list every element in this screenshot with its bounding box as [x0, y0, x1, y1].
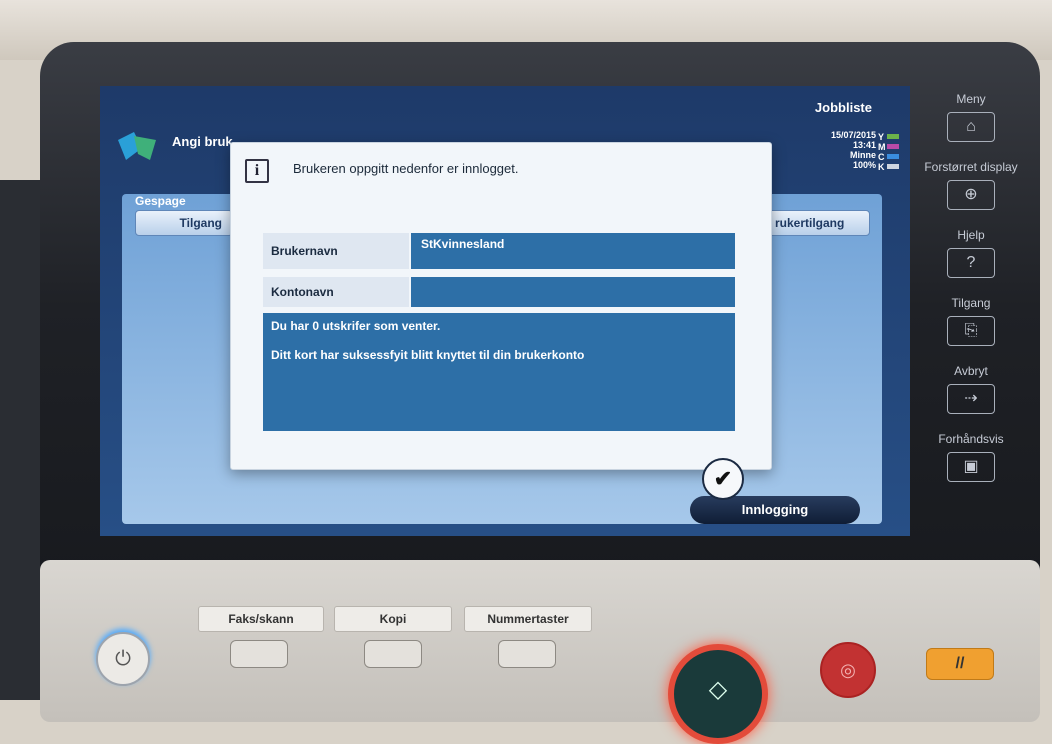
status-time: 13:41: [852, 140, 876, 150]
status-memory-value: 100%: [852, 160, 876, 170]
login-button[interactable]: Innlogging: [690, 496, 860, 524]
account-label: Kontonavn: [263, 277, 409, 307]
side-key-label-access: Tilgang: [951, 296, 991, 310]
username-label: Brukernavn: [263, 233, 409, 269]
toner-k: K: [878, 162, 900, 172]
access-icon[interactable]: ⎘: [947, 316, 995, 346]
page-title: Angi bruk: [172, 134, 233, 149]
notice-line-pending-jobs: Du har 0 utskrifer som venter.: [271, 319, 441, 333]
status-date: 15/07/2015: [830, 130, 876, 140]
background-shelf: [0, 180, 45, 700]
login-info-dialog: i Brukeren oppgitt nedenfor er innlogget…: [230, 142, 772, 470]
gespage-label: Gespage: [135, 194, 186, 208]
side-hard-keys: Meny ⌂ Forstørret display ⊕ Hjelp ? Tilg…: [916, 92, 1026, 500]
side-key-label-help: Hjelp: [957, 228, 985, 242]
status-block: 15/07/2015 13:41 Minne 100%: [831, 130, 876, 170]
info-icon: i: [245, 159, 269, 183]
zoom-icon[interactable]: ⊕: [947, 180, 995, 210]
notice-line-card-linked: Ditt kort har suksessfyit blitt knyttet …: [271, 348, 585, 362]
side-key-label-interrupt: Avbryt: [954, 364, 988, 378]
username-row: Brukernavn StKvinnesland: [263, 233, 735, 269]
toner-levels: Y M C K: [878, 132, 900, 172]
toner-y: Y: [878, 132, 900, 142]
toner-m: M: [878, 142, 900, 152]
app-logo-icon: [118, 132, 156, 160]
keypad-label: Nummertaster: [464, 606, 592, 632]
stop-button[interactable]: ◎: [820, 642, 876, 698]
side-key-label-preview: Forhåndsvis: [938, 432, 1004, 446]
dialog-message: Brukeren oppgitt nedenfor er innlogget.: [293, 161, 519, 176]
preview-icon[interactable]: ▣: [947, 452, 995, 482]
toner-c: C: [878, 152, 900, 162]
side-key-label-zoom: Forstørret display: [924, 160, 1018, 174]
tab-tilgang[interactable]: Tilgang: [135, 210, 233, 236]
account-row: Kontonavn: [263, 277, 735, 307]
fax-scan-label: Faks/skann: [198, 606, 324, 632]
job-list-button[interactable]: Jobbliste: [815, 100, 872, 115]
fax-scan-button[interactable]: [230, 640, 288, 668]
home-icon[interactable]: ⌂: [947, 112, 995, 142]
interrupt-icon[interactable]: ⇢: [947, 384, 995, 414]
account-value: [411, 277, 735, 307]
touch-screen: Jobbliste Angi bruk 15/07/2015 13:41 Min…: [100, 86, 910, 536]
notice-area: Du har 0 utskrifer som venter. Ditt kort…: [263, 313, 735, 431]
username-value: StKvinnesland: [411, 233, 735, 269]
copy-button[interactable]: [364, 640, 422, 668]
help-icon[interactable]: ?: [947, 248, 995, 278]
start-button[interactable]: ◇: [668, 644, 768, 744]
side-key-label-meny: Meny: [956, 92, 986, 106]
ok-checkmark-button[interactable]: ✔: [702, 458, 744, 500]
keypad-button[interactable]: [498, 640, 556, 668]
power-save-button[interactable]: ⏻: [96, 632, 150, 686]
reset-button[interactable]: //: [926, 648, 994, 680]
status-memory-label: Minne: [850, 150, 876, 160]
copy-label: Kopi: [334, 606, 452, 632]
tab-brukertilgang[interactable]: rukertilgang: [764, 210, 870, 236]
